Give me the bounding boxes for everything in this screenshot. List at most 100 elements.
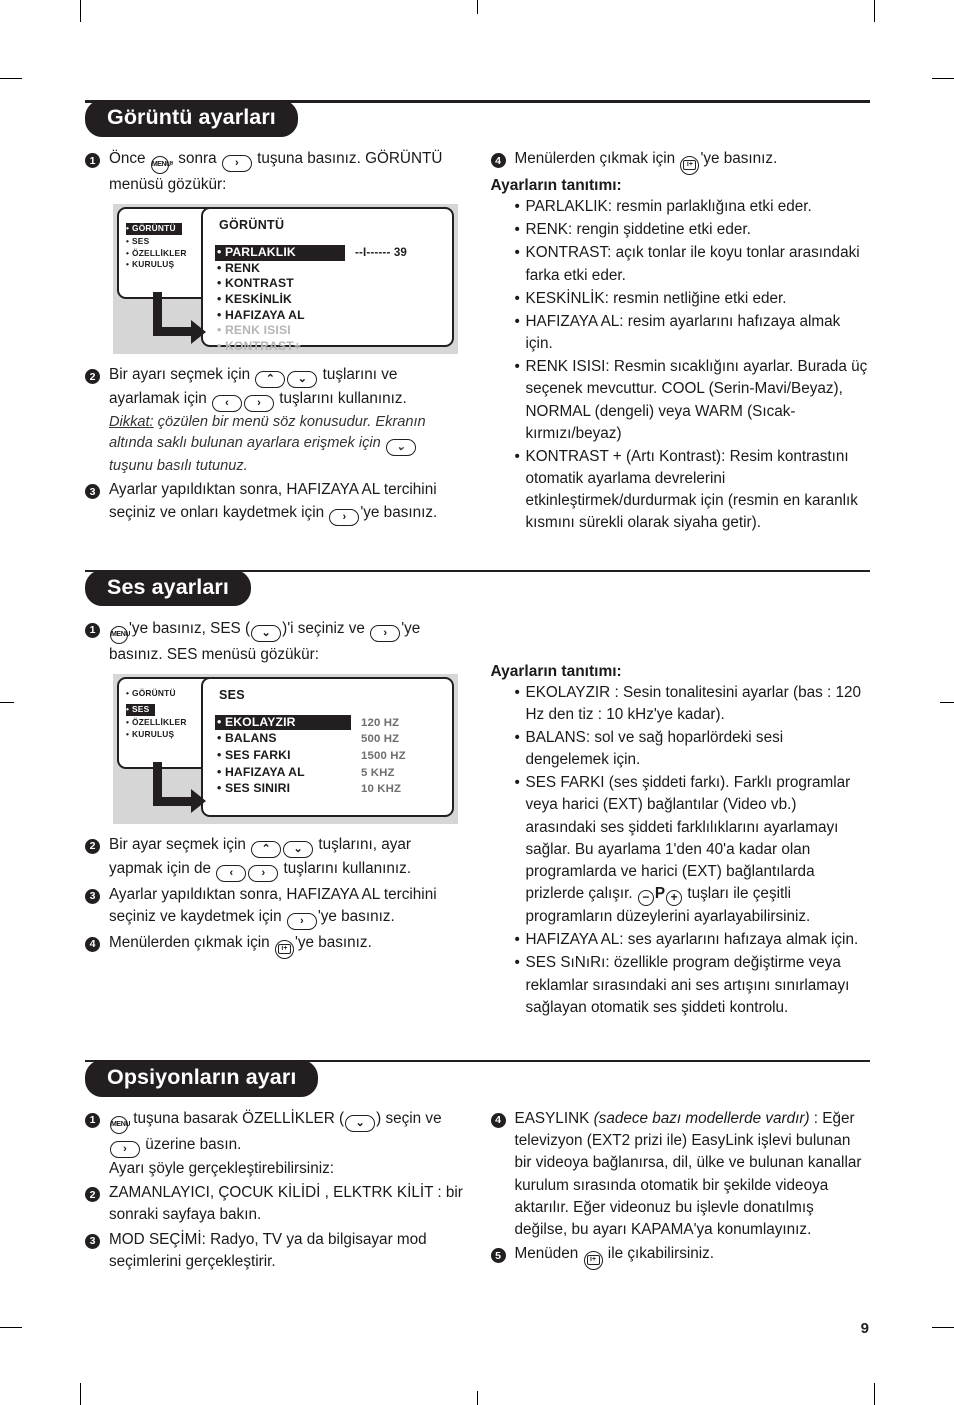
step-text: Menüden i+ ile çıkabilirsiniz. [514, 1243, 871, 1271]
section-title-picture: Görüntü ayarları [85, 100, 298, 137]
crop-mark-right-bottom [932, 1327, 954, 1328]
column-right: 4 EASYLINK (sadece bazı modellerde vardı… [483, 1108, 871, 1275]
section-columns: 1 Önce MENU, sonra › tuşuna basınız. GÖR… [85, 148, 870, 536]
section-columns: 1 MENU tuşuna basarak ÖZELLİKLER (⌄) seç… [85, 1108, 870, 1275]
step-number: 4 [85, 936, 100, 952]
figure-submenu-row: • SES SINIRI 10 KHZ [217, 781, 402, 796]
caution-label: Dikkat: [109, 414, 154, 431]
menu-key-icon: MENU [110, 1115, 130, 1134]
step-number: 3 [85, 1233, 100, 1249]
step-text: Bir ayarı seçmek için ⌃ ⌄ tuşlarını ve ay… [109, 364, 465, 477]
step-text: Bir ayar seçmek için ⌃ ⌄ tuşlarını, ayar … [109, 834, 465, 882]
step-text: Menülerden çıkmak için i+'ye basınız. [109, 932, 465, 959]
step-number: 2 [85, 1187, 100, 1203]
step-4: 4 Menülerden çıkmak için i+'ye basınız. [85, 932, 465, 959]
down-arrow-key-icon: ⌄ [385, 439, 416, 457]
figure-submenu-box: SES • EKOLAYZIR 120 HZ • BALANS 500 HZ • S… [201, 676, 454, 817]
step-number: 2 [85, 838, 100, 854]
step-text: EASYLINK (sadece bazı modellerde vardır)… [515, 1108, 871, 1241]
up-down-keys: ⌃ ⌄ [254, 366, 318, 389]
step-1: 1 MENU'ye basınız, SES (⌄)'i seçiniz ve … [85, 618, 465, 666]
easylink-name: EASYLINK [514, 1109, 590, 1127]
program-key-label: P [654, 885, 666, 903]
section-options-settings: Opsiyonların ayarı 1 MENU tuşuna basarak… [85, 1058, 870, 1275]
page-content: Görüntü ayarları 1 Önce MENU, sonra › tu… [85, 98, 870, 1275]
list-item: HAFIZAYA AL: resim ayarlarını hafızaya a… [515, 311, 871, 355]
step-text-part: Önce [109, 150, 150, 167]
list-item-text: SES FARKI (ses şiddeti farkı). Farklı pr… [525, 774, 851, 903]
figure-submenu-row: • HAFIZAYA AL [217, 307, 305, 322]
step-text-part: 'ye basınız, SES ( [129, 619, 251, 637]
registration-mark-left-middle [0, 702, 14, 703]
registration-mark-right-middle [940, 702, 954, 703]
down-arrow-key-icon: ⌄ [345, 1114, 376, 1132]
step-2: 2 Bir ayarı seçmek için ⌃ ⌄ tuşlarını ve … [85, 364, 465, 477]
column-left: 1 MENU'ye basınız, SES (⌄)'i seçiniz ve … [85, 618, 465, 1020]
step-text: Önce MENU, sonra › tuşuna basınız. GÖRÜN… [109, 148, 465, 196]
step-text-part: 'ye basınız. [360, 503, 438, 521]
step-text-part: 'ye basınız. [317, 907, 395, 925]
figure-submenu-row: • KONTRAST [217, 276, 294, 291]
figure-submenu-box: GÖRÜNTÜ • PARLAKLIK --I------ 39 • RENK •… [201, 207, 454, 353]
down-arrow-key-icon: ⌄ [251, 624, 282, 642]
right-arrow-key-icon: › [370, 624, 401, 642]
step-number: 4 [490, 1112, 506, 1128]
list-item: SES SıNıRı: özellikle program değiştirme… [515, 952, 871, 1019]
step-text: Ayarlar yapıldıktan sonra, HAFIZAYA AL t… [109, 479, 465, 526]
step-subtext: Ayarı şöyle gerçekleştirebilirsiniz: [109, 1159, 335, 1177]
exit-key-icon: i+ [274, 939, 294, 959]
column-right: Ayarların tanıtımı: EKOLAYZIR : Sesin to… [483, 618, 871, 1020]
down-arrow-key-icon: ⌄ [283, 840, 314, 858]
left-arrow-key-icon: ‹ [216, 864, 247, 882]
section-title-sound: Ses ayarları [85, 569, 251, 607]
step-text: MOD SEÇİMİ: Radyo, TV ya da bilgisayar m… [109, 1230, 427, 1270]
step-number: 1 [85, 153, 100, 168]
section-picture-settings: Görüntü ayarları 1 Önce MENU, sonra › tu… [85, 98, 870, 536]
step-4: 4 EASYLINK (sadece bazı modellerde vardı… [490, 1108, 871, 1241]
right-arrow-key-icon: › [286, 912, 317, 930]
right-arrow-key-icon: › [244, 395, 275, 413]
section-title-options: Opsiyonların ayarı [85, 1059, 319, 1097]
page-number: 9 [860, 1320, 869, 1337]
step-1: 1 Önce MENU, sonra › tuşuna basınız. GÖR… [85, 148, 465, 196]
step-text-part: 'ye basınız. [700, 150, 778, 167]
list-item: KONTRAST + (Artı Kontrast): Resim kontra… [515, 446, 871, 535]
menu-key-icon: MENU [110, 625, 130, 644]
list-item: BALANS: sol ve sağ hoparlördeki sesi den… [515, 727, 871, 771]
column-left: 1 Önce MENU, sonra › tuşuna basınız. GÖR… [85, 148, 465, 536]
caution-text: çözülen bir menü söz konusudur. Ekranın … [109, 414, 426, 452]
crop-mark-right-top [932, 78, 954, 79]
settings-description-list: PARLAKLIK: resmin parlaklığına etki eder… [491, 196, 871, 535]
figure-submenu-row: • EKOLAYZIR 120 HZ [215, 714, 400, 731]
step-text-part: Menüden [514, 1245, 583, 1263]
left-right-keys: ‹ › [211, 390, 275, 413]
step-2: 2 ZAMANLAYICI, ÇOCUK KİLİDİ , ELKTRK KİL… [85, 1182, 465, 1226]
step-number: 2 [85, 369, 100, 385]
list-item: EKOLAYZIR : Sesin tonalitesini ayarlar (… [515, 682, 871, 726]
settings-description-heading: Ayarların tanıtımı: [490, 177, 622, 194]
up-arrow-key-icon: ⌃ [255, 371, 286, 389]
step-text-part: tuşuna basarak ÖZELLİKLER ( [129, 1109, 345, 1127]
step-text-part: üzerine basın. [141, 1135, 242, 1153]
settings-description-list: EKOLAYZIR : Sesin tonalitesini ayarlar (… [491, 682, 871, 1019]
figure-submenu-row: • KONTRAST+ [217, 338, 302, 353]
step-number: 4 [490, 153, 506, 168]
easylink-note: (sadece bazı modellerde vardır) [593, 1109, 810, 1127]
step-text-part: : [809, 1109, 823, 1127]
figure-picture-menu: • GÖRÜNTÜ • SES • ÖZELLİKLER • KURULUŞ GÖRÜN… [113, 204, 458, 355]
step-text: Ayarlar yapıldıktan sonra, HAFIZAYA AL t… [109, 884, 465, 930]
step-1: 1 MENU tuşuna basarak ÖZELLİKLER (⌄) seç… [85, 1108, 465, 1180]
crop-mark-top-left [80, 0, 81, 22]
list-item: PARLAKLIK: resmin parlaklığına etki eder… [515, 196, 871, 218]
step-text-part: )'i seçiniz ve [282, 619, 370, 637]
step-text-part: Eğer televizyon (EXT2 prizi ile) EasyLin… [514, 1109, 862, 1238]
figure-submenu-row: • KESKİNLİK [217, 291, 292, 306]
exit-key-icon: i+ [583, 1251, 603, 1271]
list-item: RENK: rengin şiddetine etki eder. [515, 219, 871, 241]
step-text-part: Bir ayarı seçmek için [109, 366, 255, 384]
figure-submenu-title: GÖRÜNTÜ [219, 218, 285, 233]
list-item: KONTRAST: açık tonlar ile koyu tonlar ar… [515, 242, 871, 286]
step-3: 3 MOD SEÇİMİ: Radyo, TV ya da bilgisayar… [85, 1229, 465, 1273]
column-left: 1 MENU tuşuna basarak ÖZELLİKLER (⌄) seç… [85, 1108, 465, 1275]
figure-submenu-list: • PARLAKLIK --I------ 39 • RENK • KONTRAS… [215, 245, 444, 354]
